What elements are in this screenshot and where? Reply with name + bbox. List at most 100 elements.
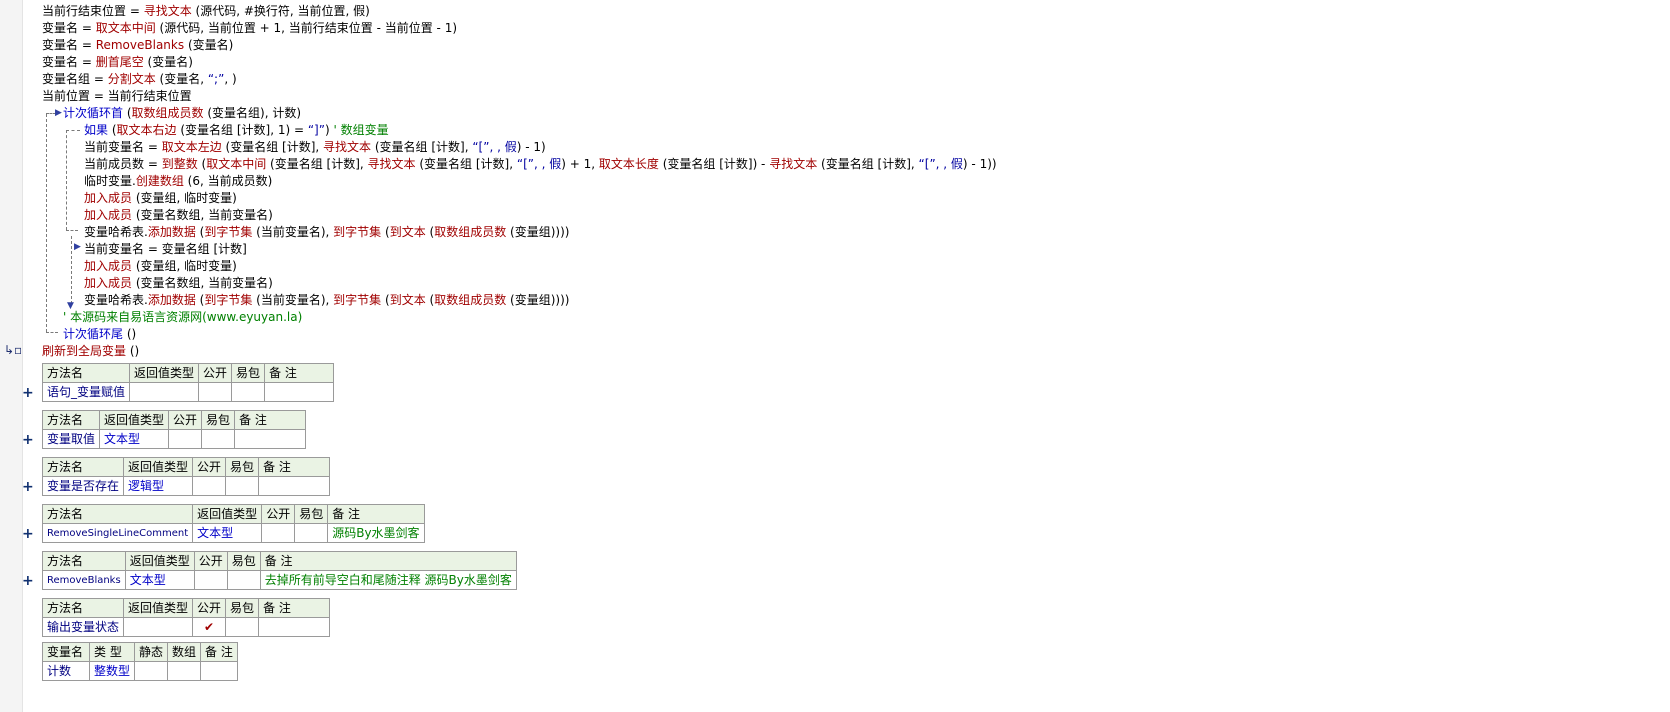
code-line[interactable]: 当前位置 = 当前行结束位置 (42, 87, 192, 105)
method-public[interactable] (193, 570, 228, 590)
header-method-name: 方法名 (42, 551, 126, 571)
code-line[interactable]: 加入成员 (变量组, 临时变量) (84, 257, 237, 275)
method-note[interactable] (264, 382, 335, 402)
method-note[interactable] (258, 617, 331, 637)
method-return-type[interactable]: 文本型 (124, 570, 195, 590)
code-line[interactable]: 如果 (取文本右边 (变量名组 [计数], 1) = “]”) ' 数组变量 (84, 121, 389, 139)
method-public[interactable] (198, 382, 233, 402)
expand-method-icon[interactable]: + (22, 386, 34, 400)
header-easy-pack: 易包 (225, 598, 260, 618)
method-public[interactable] (192, 476, 227, 496)
var-array[interactable] (167, 661, 202, 681)
header-public: 公开 (261, 504, 296, 524)
method-note[interactable] (258, 476, 331, 496)
arrow-right-icon: ▶ (74, 242, 81, 252)
header-easy-pack: 易包 (226, 551, 261, 571)
code-line[interactable]: 加入成员 (变量名数组, 当前变量名) (84, 206, 273, 224)
breakpoint-marker-icon[interactable]: ↳▫ (4, 343, 22, 357)
expand-method-icon[interactable]: + (22, 574, 34, 588)
method-name[interactable]: RemoveSingleLineComment (41, 523, 194, 543)
method-return-type[interactable] (123, 617, 194, 637)
header-method-name: 方法名 (41, 410, 101, 430)
code-line[interactable]: 变量名 = 取文本中间 (源代码, 当前位置 + 1, 当前行结束位置 - 当前… (42, 19, 457, 37)
method-easy-pack[interactable] (225, 617, 260, 637)
method-public[interactable] (261, 523, 296, 543)
header-public: 公开 (192, 598, 227, 618)
header-public: 公开 (192, 457, 227, 477)
method-name[interactable]: 输出变量状态 (41, 617, 125, 637)
method-name[interactable]: 变量取值 (41, 429, 101, 449)
code-line[interactable]: 变量名 = 删首尾空 (变量名) (42, 53, 193, 71)
method-table: 方法名 返回值类型 公开 易包备 注 RemoveSingleLineComment 文… (41, 504, 425, 543)
if-guide (66, 130, 80, 131)
method-name[interactable]: RemoveBlanks (42, 570, 126, 590)
public-check-icon[interactable]: ✔ (192, 617, 227, 637)
method-return-type[interactable]: 文本型 (192, 523, 263, 543)
var-static[interactable] (134, 661, 169, 681)
header-easy-pack: 易包 (225, 457, 260, 477)
method-easy-pack[interactable] (201, 429, 236, 449)
method-easy-pack[interactable] (294, 523, 329, 543)
code-line[interactable]: 刷新到全局变量 () (42, 342, 139, 360)
else-guide (71, 236, 72, 304)
method-table: 方法名 返回值类型 公开 易包备 注 语句_变量赋值 (41, 363, 335, 402)
code-line[interactable]: 当前变量名 = 取文本左边 (变量名组 [计数], 寻找文本 (变量名组 [计数… (84, 138, 546, 156)
header-array: 数组 (167, 642, 202, 662)
code-line[interactable]: 变量哈希表.添加数据 (到字节集 (当前变量名), 到字节集 (到文本 (取数组… (84, 291, 569, 309)
expand-method-icon[interactable]: + (22, 480, 34, 494)
code-line[interactable]: 临时变量.创建数组 (6, 当前成员数) (84, 172, 272, 190)
method-return-type[interactable] (129, 382, 200, 402)
method-table: 方法名 返回值类型 公开 易包备 注 变量取值 文本型 (41, 410, 307, 449)
loop-guide (46, 114, 47, 332)
method-name[interactable]: 语句_变量赋值 (41, 382, 131, 402)
header-method-name: 方法名 (41, 457, 125, 477)
header-note: 备 注 (264, 363, 335, 383)
method-table: 方法名 返回值类型 公开 易包备 注 变量是否存在 逻辑型 (41, 457, 331, 496)
variable-table: 变量名类 型静态 数组备 注 计数 整数型 (42, 642, 239, 681)
header-static: 静态 (134, 642, 169, 662)
method-name[interactable]: 变量是否存在 (41, 476, 125, 496)
method-return-type[interactable]: 逻辑型 (123, 476, 194, 496)
header-note: 备 注 (200, 642, 239, 662)
header-return-type: 返回值类型 (124, 551, 195, 571)
expand-method-icon[interactable]: + (22, 527, 34, 541)
expand-method-icon[interactable]: + (22, 433, 34, 447)
header-method-name: 方法名 (41, 363, 131, 383)
code-line[interactable]: 计次循环首 (取数组成员数 (变量名组), 计数) (63, 104, 301, 122)
header-note: 备 注 (259, 551, 517, 571)
method-easy-pack[interactable] (231, 382, 266, 402)
var-name[interactable]: 计数 (42, 661, 90, 681)
method-return-type[interactable]: 文本型 (99, 429, 170, 449)
header-var-type: 类 型 (88, 642, 136, 662)
method-easy-pack[interactable] (226, 570, 261, 590)
loop-guide (46, 332, 58, 333)
code-line[interactable]: 当前成员数 = 到整数 (取文本中间 (变量名组 [计数], 寻找文本 (变量名… (84, 155, 997, 173)
method-table: 方法名 返回值类型 公开 易包备 注 RemoveBlanks 文本型 去掉所有前导空白和… (42, 551, 517, 590)
method-note[interactable] (234, 429, 307, 449)
if-guide (66, 130, 67, 230)
code-line[interactable]: 当前变量名 = 变量名组 [计数] (84, 240, 247, 258)
method-easy-pack[interactable] (225, 476, 260, 496)
header-note: 备 注 (258, 598, 331, 618)
code-line[interactable]: 变量名 = RemoveBlanks (变量名) (42, 36, 233, 54)
header-return-type: 返回值类型 (123, 457, 194, 477)
if-guide (66, 230, 78, 231)
code-line[interactable]: 变量哈希表.添加数据 (到字节集 (当前变量名), 到字节集 (到文本 (取数组… (84, 223, 569, 241)
var-type[interactable]: 整数型 (88, 661, 136, 681)
var-note[interactable] (200, 661, 239, 681)
code-line[interactable]: 变量名组 = 分割文本 (变量名, “;”, ) (42, 70, 237, 88)
method-note[interactable]: 去掉所有前导空白和尾随注释 源码By水墨剑客 (259, 570, 517, 590)
comment-line[interactable]: ' 本源码来自易语言资源网(www.eyuyan.la) (63, 308, 302, 326)
header-return-type: 返回值类型 (123, 598, 194, 618)
header-public: 公开 (198, 363, 233, 383)
code-line[interactable]: 计次循环尾 () (63, 325, 136, 343)
method-note[interactable]: 源码By水墨剑客 (327, 523, 425, 543)
code-line[interactable]: 加入成员 (变量组, 临时变量) (84, 189, 237, 207)
header-return-type: 返回值类型 (192, 504, 263, 524)
code-line[interactable]: 加入成员 (变量名数组, 当前变量名) (84, 274, 273, 292)
code-line[interactable]: 当前行结束位置 = 寻找文本 (源代码, #换行符, 当前位置, 假) (42, 2, 370, 20)
header-note: 备 注 (234, 410, 307, 430)
header-note: 备 注 (258, 457, 331, 477)
header-public: 公开 (168, 410, 203, 430)
method-public[interactable] (168, 429, 203, 449)
